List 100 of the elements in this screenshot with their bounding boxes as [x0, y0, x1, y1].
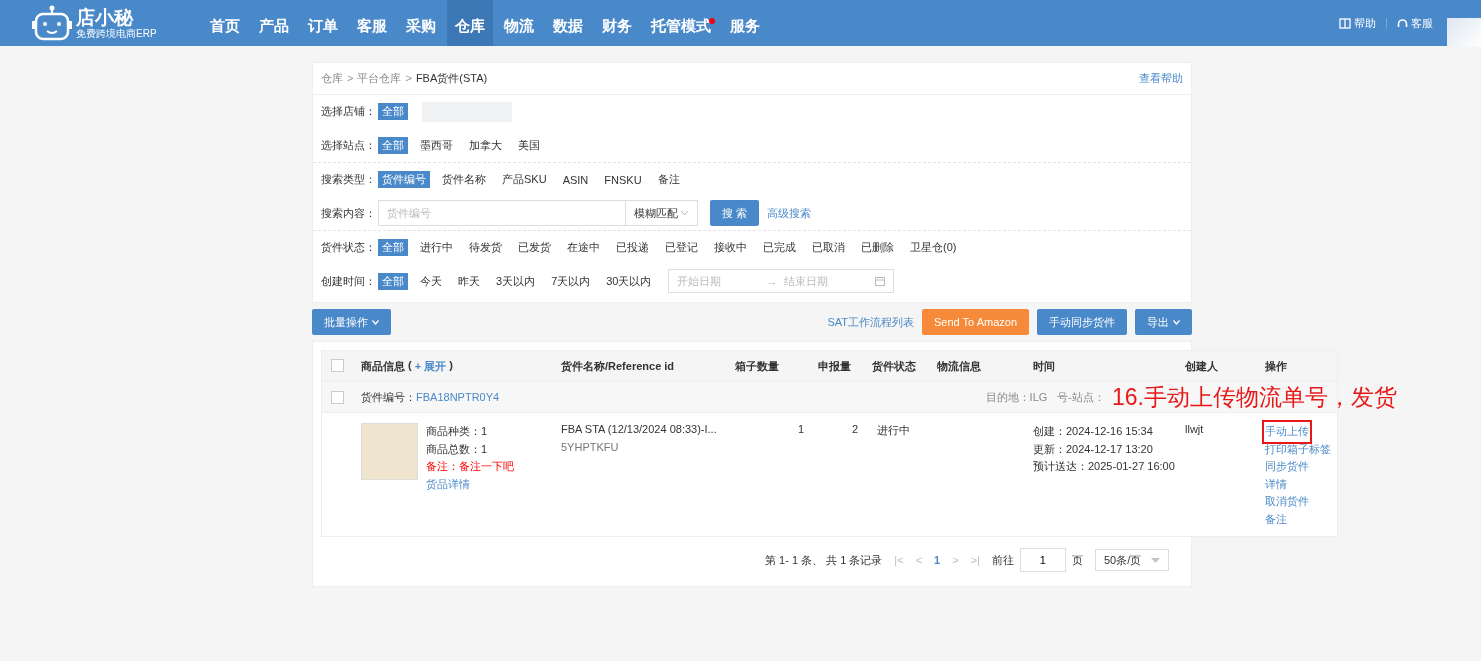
action-link[interactable]: 取消货件 [1265, 493, 1309, 511]
filter-option[interactable]: 已投递 [612, 239, 653, 257]
nav-menu-item[interactable]: 产品 [251, 0, 297, 46]
filter-option[interactable]: 在途中 [563, 239, 604, 257]
chevron-down-icon [372, 319, 379, 325]
action-link[interactable]: 打印箱子标签 [1265, 440, 1331, 458]
site-text: 号-站点： [1057, 389, 1105, 405]
nav-menu-item[interactable]: 物流 [496, 0, 542, 46]
table-cell: 1 [797, 423, 804, 435]
workflow-list-link[interactable]: SAT工作流程列表 [827, 314, 915, 330]
logo-name: 店小秘 [76, 7, 134, 28]
nav-menu-item[interactable]: 客服 [349, 0, 395, 46]
first-page-button[interactable]: |< [894, 554, 904, 566]
breadcrumb-separator: > [405, 72, 412, 84]
filter-option[interactable]: 全部 [378, 103, 408, 121]
nav-menu-item[interactable]: 仓库 [447, 0, 493, 46]
nav-menu-item[interactable]: 数据 [545, 0, 591, 46]
filter-option[interactable]: 加拿大 [465, 136, 506, 154]
toolbar-button[interactable]: Send To Amazon [922, 309, 1029, 335]
filter-label: 搜索类型： [321, 172, 376, 188]
toolbar-button[interactable]: 手动同步货件 [1037, 309, 1127, 335]
expand-link[interactable]: + 展开 [414, 358, 447, 374]
breadcrumb-item: FBA货件(STA) [415, 72, 488, 84]
filter-option[interactable]: 全部 [378, 136, 408, 154]
nav-menu-item[interactable]: 首页 [202, 0, 248, 46]
action-link[interactable]: 详情 [1265, 475, 1287, 493]
filter-option[interactable]: 备注 [653, 171, 684, 189]
filter-label: 创建时间： [321, 273, 376, 289]
filter-option[interactable]: 全部 [378, 272, 408, 290]
batch-actions-button[interactable]: 批量操作 [312, 309, 391, 335]
breadcrumb-item[interactable]: 平台仓库 [357, 72, 402, 84]
calendar-icon [874, 276, 885, 287]
page-input[interactable]: 1 [1019, 548, 1066, 572]
filter-option[interactable]: FNSKU [600, 172, 646, 187]
nav-menu-item[interactable]: 采购 [398, 0, 444, 46]
creator-name: llwjt [1185, 423, 1204, 435]
filter-option[interactable]: 待发货 [465, 239, 506, 257]
time-text: 创建：2024-12-16 15:34 [1033, 424, 1154, 439]
column-header: 时间 [1033, 358, 1055, 374]
filter-option[interactable]: 昨天 [454, 272, 484, 290]
filter-option[interactable]: 接收中 [710, 239, 751, 257]
breadcrumb-separator: > [347, 72, 354, 84]
nav-menu-item[interactable]: 财务 [594, 0, 640, 46]
parenthesis: ) [449, 358, 453, 373]
action-link[interactable]: 手动上传 [1265, 423, 1309, 441]
match-mode-select[interactable]: 模糊匹配 [625, 201, 697, 226]
filter-option[interactable]: 进行中 [416, 239, 457, 257]
help-link[interactable]: 帮助 [1339, 15, 1376, 31]
note-text: 备注：备注一下吧 [426, 459, 514, 474]
filter-option[interactable]: 已取消 [808, 239, 849, 257]
destination-text: 目的地：ILG [985, 389, 1048, 405]
goods-details-link[interactable]: 货品详情 [426, 475, 514, 493]
nav-menu-item[interactable]: 订单 [300, 0, 346, 46]
action-link[interactable]: 同步货件 [1265, 458, 1309, 476]
filter-option[interactable]: 全部 [378, 239, 408, 257]
robot-logo-icon [32, 5, 72, 41]
page-unit-label: 页 [1071, 552, 1083, 568]
filter-option[interactable]: 已发货 [514, 239, 555, 257]
previous-page-button[interactable]: < [915, 554, 923, 566]
filter-option[interactable]: ASIN [558, 172, 593, 187]
column-header: 货件状态 [872, 358, 916, 374]
action-link[interactable]: 备注 [1265, 510, 1287, 528]
table-cell: 2 [851, 423, 858, 435]
filter-option[interactable]: 7天以内 [547, 272, 595, 290]
annotation-text: 16.手动上传物流单号，发货 [1112, 384, 1397, 410]
breadcrumb-item[interactable]: 仓库 [321, 72, 343, 84]
filter-option[interactable]: 3天以内 [492, 272, 540, 290]
shipment-number-link[interactable]: FBA18NPTR0Y4 [416, 391, 500, 403]
goto-label: 前往 [991, 552, 1014, 568]
avatar-block[interactable] [1447, 18, 1481, 46]
chevron-down-icon [680, 210, 689, 217]
filter-option[interactable]: 货件编号 [378, 171, 430, 189]
filter-option[interactable]: 墨西哥 [416, 136, 457, 154]
nav-menu-item[interactable]: 服务 [722, 0, 768, 46]
page-size-select[interactable]: 50条/页 [1094, 549, 1170, 571]
row-checkbox[interactable] [331, 390, 344, 404]
help-link[interactable]: 查看帮助 [1139, 71, 1183, 86]
column-header: 箱子数量 [735, 358, 779, 374]
filter-option[interactable]: 美国 [514, 136, 544, 154]
export-dropdown-button[interactable]: 导出 [1135, 309, 1192, 335]
service-link[interactable]: 客服 [1397, 15, 1433, 31]
page-number[interactable]: 1 [934, 554, 941, 566]
filter-option[interactable]: 已删除 [857, 239, 898, 257]
search-button[interactable]: 搜 索 [710, 200, 759, 227]
date-range-field[interactable]: 开始日期 → 结束日期 [667, 269, 894, 294]
parenthesis: ( [408, 358, 412, 373]
nav-menu-item[interactable]: 托管模式 [643, 0, 719, 46]
column-header: 商品信息 [361, 358, 405, 374]
pagination-summary: 第 1- 1 条、 共 1 条记录 [765, 552, 883, 568]
filter-option[interactable]: 30天以内 [602, 272, 656, 290]
filter-option[interactable]: 卫星仓(0) [906, 239, 961, 257]
shipment-name: FBA STA (12/13/2024 08:33)-I... [561, 423, 718, 435]
filter-option[interactable]: 已登记 [661, 239, 702, 257]
filter-option[interactable]: 产品SKU [498, 171, 551, 189]
product-info-text: 商品总数：1 [426, 441, 489, 457]
filter-option[interactable]: 已完成 [759, 239, 800, 257]
filter-option[interactable]: 今天 [416, 272, 446, 290]
select-all-checkbox[interactable] [331, 358, 344, 372]
filter-option[interactable]: 货件名称 [438, 171, 490, 189]
advanced-search-link[interactable]: 高级搜索 [767, 205, 811, 221]
